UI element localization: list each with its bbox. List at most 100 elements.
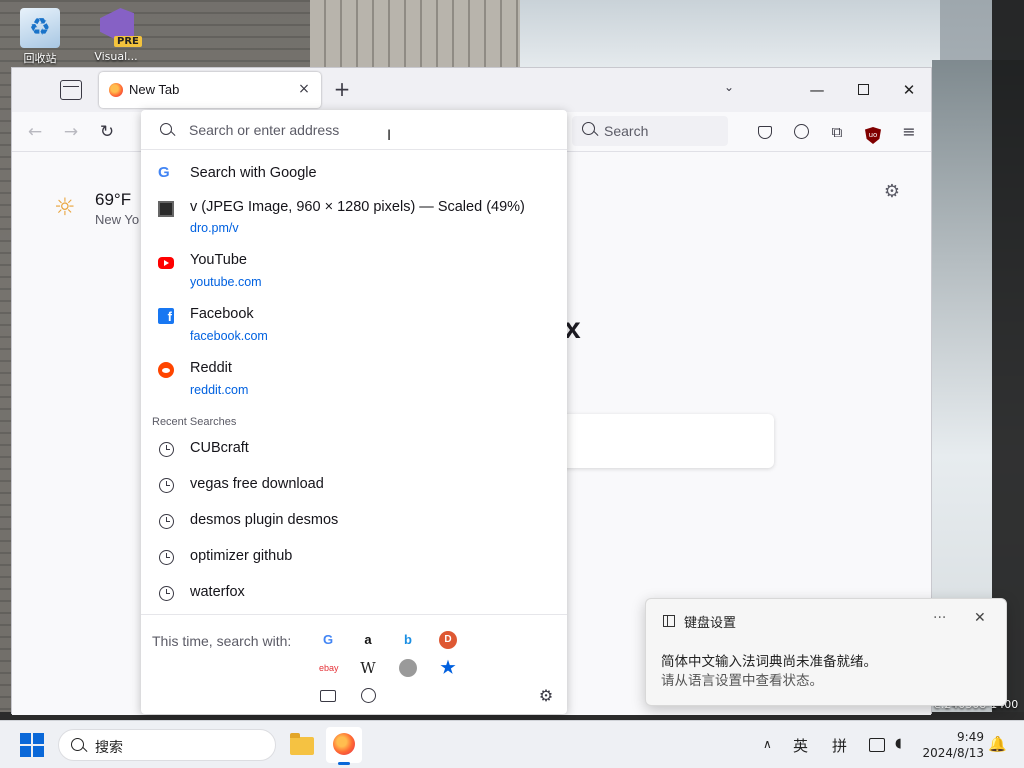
notification-bell-icon[interactable]: 🔔	[988, 735, 1007, 753]
urlbar: I	[141, 110, 567, 150]
clock-date: 2024/8/13	[922, 746, 984, 760]
suggestion-row[interactable]: v (JPEG Image, 960 × 1280 pixels) — Scal…	[141, 198, 567, 238]
list-all-tabs-chevron-icon[interactable]: ⌄	[724, 80, 734, 94]
suggestion-title: Facebook	[190, 306, 254, 322]
suggestion-title: Reddit	[190, 360, 232, 376]
address-input[interactable]	[189, 119, 529, 141]
suggestion-title: v (JPEG Image, 960 × 1280 pixels) — Scal…	[190, 199, 525, 215]
close-window-button[interactable]: ✕	[889, 76, 929, 104]
search-icon	[160, 123, 172, 135]
taskbar-search-label: 搜索	[95, 740, 123, 756]
wallpaper-sky	[520, 0, 940, 70]
keyboard-settings-notification[interactable]: 键盘设置 ··· ✕ 简体中文输入法词典尚未准备就绪。 请从语言设置中查看状态。	[645, 598, 1007, 706]
suggestion-url: reddit.com	[190, 383, 249, 397]
notification-message: 简体中文输入法词典尚未准备就绪。	[661, 654, 877, 670]
recent-searches-heading: Recent Searches	[152, 416, 237, 428]
extensions-icon[interactable]: ⧉	[827, 122, 847, 142]
maximize-button[interactable]	[843, 76, 883, 104]
suggestion-title: YouTube	[190, 252, 247, 268]
suggestion-url: facebook.com	[190, 329, 268, 343]
back-button[interactable]: ←	[24, 121, 46, 143]
recent-search-row[interactable]: waterfox	[141, 582, 567, 608]
clock-icon	[159, 442, 174, 457]
suggestion-url: youtube.com	[190, 275, 262, 289]
ime-pinyin-indicator[interactable]: 拼	[832, 735, 847, 756]
menu-icon[interactable]: ≡	[899, 122, 919, 142]
firefox-favicon-icon	[109, 83, 123, 97]
clock-icon	[159, 586, 174, 601]
amazon-engine-icon[interactable]: a	[359, 631, 377, 649]
search-bar-label: Search	[604, 123, 649, 139]
network-icon[interactable]	[869, 738, 885, 752]
ublock-icon[interactable]: uo	[863, 122, 883, 144]
visual-studio-icon: PRE	[96, 8, 142, 48]
recent-search-row[interactable]: vegas free download	[141, 474, 567, 500]
desktop-icon-recycle-bin[interactable]: 回收站	[12, 8, 68, 66]
recent-search-text: vegas free download	[190, 476, 324, 492]
file-explorer-icon[interactable]	[284, 727, 320, 763]
urlbar-dropdown: I G Search with Google v (JPEG Image, 96…	[141, 110, 567, 714]
suggestion-row[interactable]: f Facebook facebook.com	[141, 306, 567, 346]
maximize-icon	[857, 84, 869, 95]
wallpaper-building	[310, 0, 520, 70]
recent-search-row[interactable]: optimizer github	[141, 546, 567, 572]
weather-temperature[interactable]: 69°F	[95, 190, 131, 210]
system-clock[interactable]: 9:49 2024/8/13	[918, 729, 984, 761]
notification-title: 键盘设置	[684, 616, 737, 631]
wikipedia-engine-icon[interactable]: W	[359, 659, 377, 677]
newtab-search-box[interactable]	[552, 414, 774, 468]
text-cursor-icon: I	[387, 128, 392, 144]
new-tab-button[interactable]: +	[330, 78, 354, 102]
search-settings-gear-icon[interactable]: ⚙	[537, 687, 555, 705]
suggestion-url: dro.pm/v	[190, 221, 239, 235]
firefox-view-icon[interactable]	[60, 80, 82, 100]
duckduckgo-engine-icon[interactable]: D	[439, 631, 457, 649]
notification-detail: 请从语言设置中查看状态。	[661, 673, 823, 689]
searx-engine-icon[interactable]	[399, 659, 417, 677]
bookmarks-icon[interactable]: ★	[439, 659, 457, 677]
image-icon	[158, 201, 174, 217]
windows-start-icon[interactable]	[20, 733, 44, 757]
tab-title: New Tab	[129, 82, 180, 97]
recent-search-row[interactable]: CUBcraft	[141, 438, 567, 464]
recent-search-text: waterfox	[190, 584, 245, 600]
clock-icon	[159, 478, 174, 493]
suggestion-row[interactable]: YouTube youtube.com	[141, 252, 567, 292]
google-engine-icon[interactable]: G	[319, 631, 337, 649]
minimize-button[interactable]: —	[797, 76, 837, 104]
recent-search-row[interactable]: desmos plugin desmos	[141, 510, 567, 536]
show-hidden-icons-chevron-icon[interactable]: ∧	[763, 737, 772, 751]
account-icon[interactable]	[791, 122, 811, 142]
taskbar-search[interactable]: 搜索	[58, 729, 276, 761]
pocket-icon[interactable]	[755, 122, 775, 142]
facebook-icon: f	[158, 308, 174, 324]
ime-mode-indicator[interactable]: 英	[793, 735, 808, 756]
suggestion-row[interactable]: Reddit reddit.com	[141, 360, 567, 400]
firefox-taskbar-icon[interactable]	[326, 727, 362, 765]
tab-bar: New Tab × + ⌄ — ✕	[12, 68, 931, 112]
gear-icon[interactable]: ⚙	[882, 182, 902, 202]
suggestion-row[interactable]: G Search with Google	[141, 162, 567, 188]
tabs-icon[interactable]	[319, 687, 337, 705]
search-icon	[582, 122, 595, 135]
tab-close-icon[interactable]: ×	[295, 80, 313, 98]
history-icon[interactable]	[359, 687, 377, 705]
clock-time: 9:49	[957, 730, 984, 744]
weather-location: New Yo	[95, 212, 140, 227]
volume-icon[interactable]: ◖	[895, 736, 902, 751]
recent-search-text: desmos plugin desmos	[190, 512, 339, 528]
preview-badge: PRE	[114, 36, 142, 47]
more-options-icon[interactable]: ···	[933, 610, 946, 626]
ebay-engine-icon[interactable]: ebay	[319, 659, 339, 677]
close-icon[interactable]: ✕	[974, 610, 986, 626]
reload-button[interactable]: ↻	[96, 121, 118, 143]
bing-engine-icon[interactable]: b	[399, 631, 417, 649]
reddit-icon	[158, 362, 174, 378]
search-bar[interactable]: Search	[572, 116, 728, 146]
keyboard-settings-icon	[663, 615, 675, 627]
tab-new-tab[interactable]: New Tab ×	[99, 72, 321, 108]
forward-button[interactable]: →	[60, 121, 82, 143]
search-icon	[71, 738, 84, 751]
sun-icon: ☼	[54, 193, 76, 221]
desktop-icon-visual-studio[interactable]: PRE Visual...	[88, 8, 144, 63]
